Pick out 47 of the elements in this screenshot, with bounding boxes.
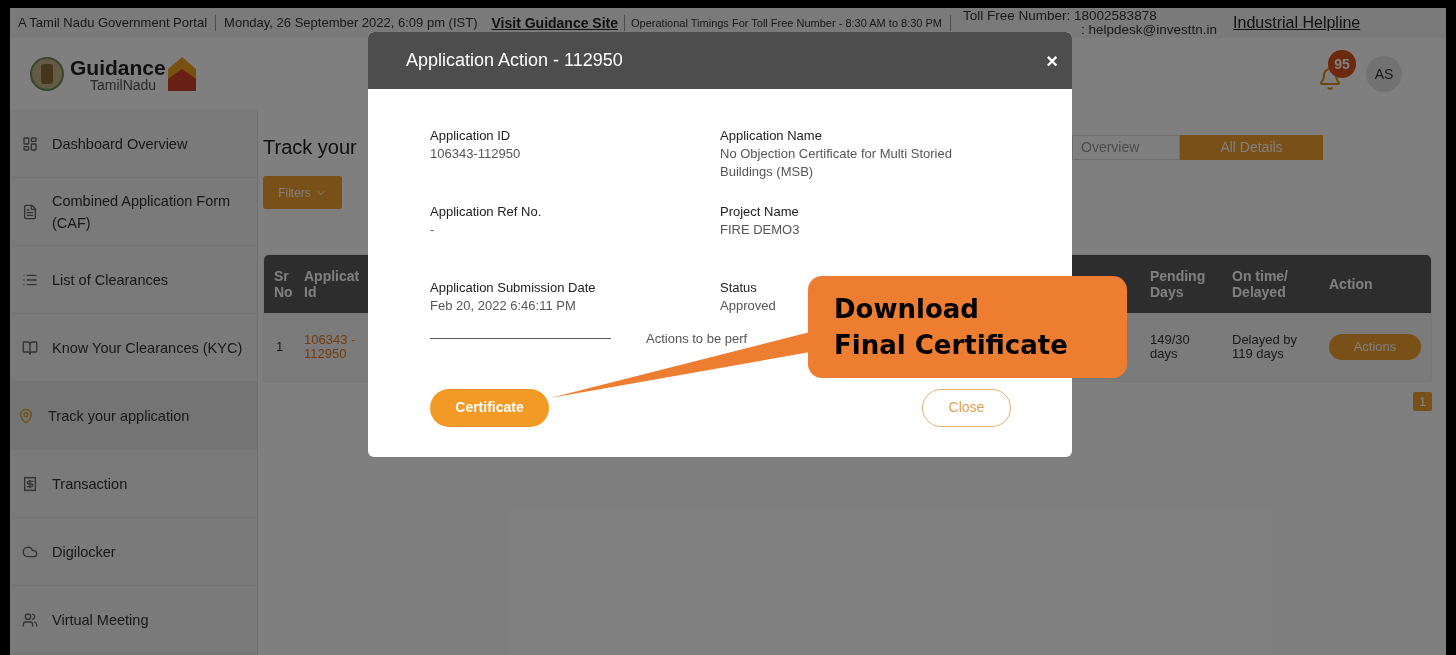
email-text: : helpdesk@investtn.in xyxy=(1080,23,1218,37)
document-icon xyxy=(22,203,38,220)
toll-free-number: Toll Free Number: 18002583878 xyxy=(963,9,1158,23)
column-header: Action xyxy=(1329,276,1374,292)
column-header: On time/ Delayed xyxy=(1232,268,1289,300)
location-pin-icon xyxy=(18,407,34,424)
column-header: Pending Days xyxy=(1150,268,1207,300)
field-label: Project Name xyxy=(720,203,799,221)
certificate-button[interactable]: Certificate xyxy=(430,388,549,427)
field-value: 106343-112950 xyxy=(430,145,521,163)
column-header: Applicat Id xyxy=(304,268,361,300)
notification-count-badge: 95 xyxy=(1328,50,1356,78)
table-cell-text: 1 xyxy=(275,340,285,354)
column-header: Sr No xyxy=(273,268,294,300)
sidebar-item[interactable]: Track your application xyxy=(10,382,257,450)
field-value: Approved xyxy=(720,297,776,315)
book-icon xyxy=(22,339,38,356)
callout-text: Download xyxy=(834,293,980,326)
actions-heading: Actions to be perf xyxy=(646,330,748,348)
industrial-helpline-link[interactable]: Industrial Helpline xyxy=(1233,11,1361,35)
field-value: No Objection Certificate for Multi Storied Buildings (MSB) xyxy=(720,145,953,181)
field-label: Application ID xyxy=(430,127,511,145)
field-value: FIRE DEMO3 xyxy=(720,221,800,239)
callout-text: Final Certificate xyxy=(834,329,1069,362)
field-label: Application Name xyxy=(720,127,822,145)
logo-subtitle: TamilNadu xyxy=(89,77,158,92)
page-title: Track your xyxy=(263,135,357,160)
application-id-link[interactable]: 106343 - 112950 xyxy=(304,333,364,361)
dialog-title: Application Action - 112950 xyxy=(406,49,623,72)
table-cell-text: 149/30 days xyxy=(1150,333,1191,361)
people-icon xyxy=(22,611,38,628)
field-label: Application Submission Date xyxy=(430,279,596,297)
guidance-site-link[interactable]: Visit Guidance Site xyxy=(491,12,619,34)
logo-title: Guidance xyxy=(70,56,166,78)
field-label: Status xyxy=(720,279,757,297)
table-cell-text: Delayed by 119 days xyxy=(1232,333,1299,361)
field-value: Feb 20, 2022 6:46:11 PM xyxy=(430,297,576,315)
receipt-icon xyxy=(22,475,38,492)
user-avatar[interactable]: AS xyxy=(1366,56,1402,92)
emblem-icon xyxy=(30,56,64,92)
dashboard-icon xyxy=(22,135,38,152)
portal-name: A Tamil Nadu Government Portal xyxy=(18,14,208,33)
field-value: - xyxy=(430,221,435,239)
logo-chevron-icon xyxy=(167,57,196,91)
field-label: Application Ref No. xyxy=(430,203,542,221)
timings-text: Operational Timings For Toll Free Number - 8:30 AM to 8:30 PM xyxy=(631,15,943,31)
date-time: Monday, 26 September 2022, 6:09 pm (IST) xyxy=(224,14,478,33)
